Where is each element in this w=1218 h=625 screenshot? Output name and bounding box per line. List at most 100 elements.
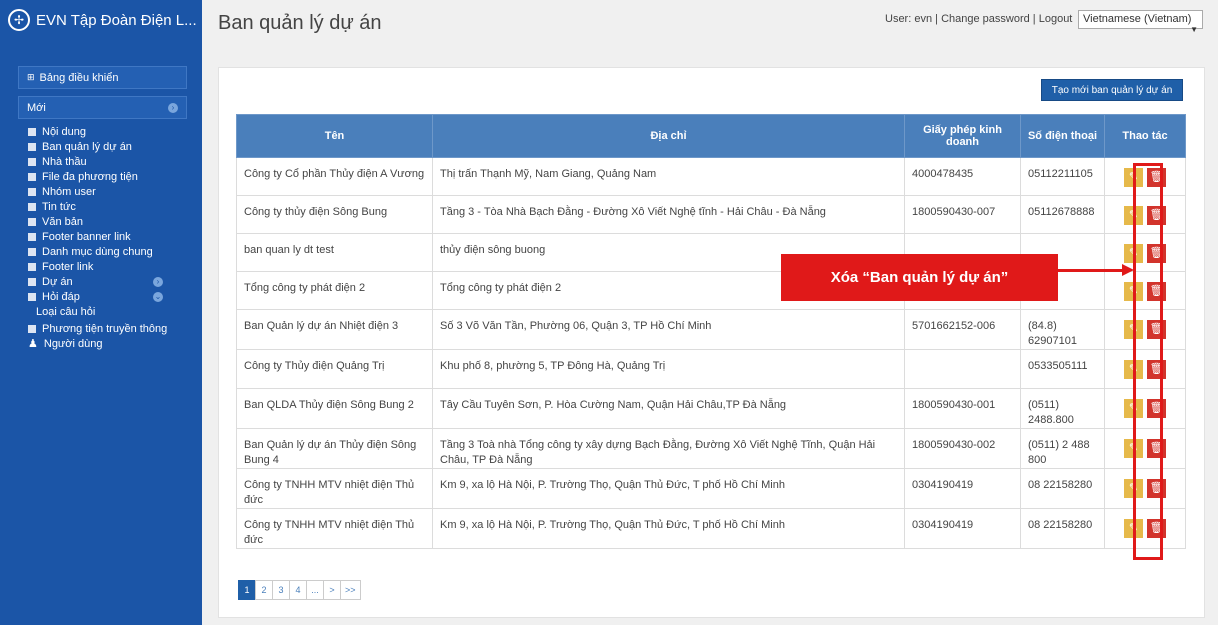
annotation-callout: Xóa “Ban quản lý dự án” bbox=[781, 254, 1058, 301]
cell-name: Ban Quản lý dự án Thủy điện Sông Bung 4 bbox=[236, 428, 433, 469]
sidebar-menu: Nội dung Ban quản lý dự án Nhà thầu File… bbox=[28, 125, 193, 352]
page-4[interactable]: 4 bbox=[289, 580, 307, 600]
cell-name: Công ty TNHH MTV nhiệt điện Thủ đức bbox=[236, 508, 433, 549]
page-icon bbox=[28, 157, 36, 166]
sidebar-item-media[interactable]: Phương tiện truyền thông bbox=[28, 322, 193, 335]
page-icon bbox=[28, 232, 36, 241]
sidebar-item-label: Loại câu hỏi bbox=[36, 305, 96, 318]
next-page-button[interactable]: > bbox=[323, 580, 341, 600]
cell-license: 1800590430-002 bbox=[904, 428, 1021, 469]
cell-phone: 08 22158280 bbox=[1020, 508, 1105, 549]
sidebar-item-label: Tin tức bbox=[42, 200, 76, 213]
table-row: Công ty TNHH MTV nhiệt điện Thủ đức Km 9… bbox=[236, 468, 1186, 509]
col-header-license[interactable]: Giấy phép kinh doanh bbox=[904, 114, 1021, 158]
cell-license: 0304190419 bbox=[904, 468, 1021, 509]
cell-address: Km 9, xa lộ Hà Nội, P. Trường Thọ, Quận … bbox=[432, 468, 905, 509]
sidebar-item-faq[interactable]: Hỏi đáp ⌄ bbox=[28, 290, 193, 303]
sidebar-item-dashboard[interactable]: ⊞ Bảng điều khiển bbox=[18, 66, 187, 89]
table-row: Ban QLDA Thủy điện Sông Bung 2 Tây Cầu T… bbox=[236, 388, 1186, 429]
sidebar-item-content[interactable]: Nội dung bbox=[28, 125, 193, 138]
sidebar-item-users[interactable]: ♟ Người dùng bbox=[28, 337, 193, 351]
sidebar-item-footer-banner-link[interactable]: Footer banner link bbox=[28, 230, 193, 243]
user-icon: ♟ bbox=[28, 338, 38, 350]
sidebar-item-label: Nội dung bbox=[42, 125, 87, 138]
chevron-right-icon: › bbox=[168, 102, 178, 113]
sidebar-item-footer-link[interactable]: Footer link bbox=[28, 260, 193, 273]
cell-name: ban quan ly dt test bbox=[236, 233, 433, 272]
page-icon bbox=[28, 202, 36, 211]
cell-phone: (84.8) 62907101 bbox=[1020, 309, 1105, 350]
sidebar-item-label: Nhà thầu bbox=[42, 155, 87, 168]
sidebar-item-label: Dự án bbox=[42, 275, 73, 288]
chevron-right-icon: › bbox=[153, 276, 163, 287]
page-icon bbox=[28, 292, 36, 301]
brand[interactable]: ✢ EVN Tập Đoàn Điện L... bbox=[8, 6, 197, 34]
sidebar-item-label: Hỏi đáp bbox=[42, 290, 80, 303]
sidebar-item-contractors[interactable]: Nhà thầu bbox=[28, 155, 193, 168]
table-row: Ban Quản lý dự án Nhiệt điện 3 Số 3 Võ V… bbox=[236, 309, 1186, 350]
page-icon bbox=[28, 142, 36, 151]
page-icon bbox=[28, 127, 36, 136]
sidebar-item-label: Phương tiện truyền thông bbox=[42, 322, 168, 335]
cell-address: Tây Cầu Tuyên Sơn, P. Hòa Cường Nam, Quậ… bbox=[432, 388, 905, 429]
sidebar-item-media-files[interactable]: File đa phương tiện bbox=[28, 170, 193, 183]
sidebar-item-projects[interactable]: Dự án › bbox=[28, 275, 193, 288]
page-icon bbox=[28, 187, 36, 196]
page-1[interactable]: 1 bbox=[238, 580, 256, 600]
image-icon bbox=[28, 324, 36, 333]
cell-address: Khu phố 8, phường 5, TP Đông Hà, Quảng T… bbox=[432, 349, 905, 389]
sidebar-item-label: Danh mục dùng chung bbox=[42, 245, 153, 258]
sidebar-item-documents[interactable]: Văn bản bbox=[28, 215, 193, 228]
cell-phone: (0511) 2 488 800 bbox=[1020, 428, 1105, 469]
sidebar: ✢ EVN Tập Đoàn Điện L... ⊞ Bảng điều khi… bbox=[0, 0, 202, 625]
cell-phone: (0511) 2488.800 bbox=[1020, 388, 1105, 429]
cell-phone: 05112211105 bbox=[1020, 157, 1105, 196]
page-3[interactable]: 3 bbox=[272, 580, 290, 600]
cell-phone: 08 22158280 bbox=[1020, 468, 1105, 509]
table-row: Công ty thủy điện Sông Bung Tầng 3 - Tòa… bbox=[236, 195, 1186, 234]
sidebar-item-label: Mới bbox=[27, 101, 46, 114]
sidebar-item-label: Người dùng bbox=[43, 337, 103, 350]
language-value: Vietnamese (Vietnam) bbox=[1083, 13, 1192, 25]
language-select[interactable]: Vietnamese (Vietnam) ▼ bbox=[1078, 10, 1203, 34]
last-page-button[interactable]: >> bbox=[340, 580, 361, 600]
cell-name: Công ty thủy điện Sông Bung bbox=[236, 195, 433, 234]
sidebar-item-project-boards[interactable]: Ban quản lý dự án bbox=[28, 140, 193, 153]
caret-down-icon: ▼ bbox=[1190, 25, 1198, 34]
cell-license: 5701662152-006 bbox=[904, 309, 1021, 350]
cell-license: 1800590430-001 bbox=[904, 388, 1021, 429]
sidebar-item-shared-categories[interactable]: Danh mục dùng chung bbox=[28, 245, 193, 258]
cell-phone: 05112678888 bbox=[1020, 195, 1105, 234]
page-icon bbox=[28, 262, 36, 271]
sidebar-item-label: Ban quản lý dự án bbox=[42, 140, 132, 153]
app-title: EVN Tập Đoàn Điện L... bbox=[36, 11, 197, 29]
cell-license: 4000478435 bbox=[904, 157, 1021, 196]
arrow-right-icon bbox=[1122, 264, 1134, 276]
table-row: Công ty TNHH MTV nhiệt điện Thủ đức Km 9… bbox=[236, 508, 1186, 549]
page-icon bbox=[28, 217, 36, 226]
user-label: User: evn bbox=[885, 13, 933, 25]
col-header-phone[interactable]: Số điện thoại bbox=[1020, 114, 1105, 158]
sidebar-item-label: Nhóm user bbox=[42, 185, 96, 198]
cell-address: Tầng 3 - Tòa Nhà Bạch Đằng - Đường Xô Vi… bbox=[432, 195, 905, 234]
cell-address: Số 3 Võ Văn Tần, Phường 06, Quận 3, TP H… bbox=[432, 309, 905, 350]
page-ellipsis[interactable]: ... bbox=[306, 580, 324, 600]
create-project-board-button[interactable]: Tạo mới ban quản lý dự án bbox=[1041, 79, 1183, 101]
sidebar-section-new[interactable]: Mới › bbox=[18, 96, 187, 119]
change-password-link[interactable]: Change password bbox=[941, 13, 1030, 25]
logout-link[interactable]: Logout bbox=[1039, 13, 1073, 25]
cell-license: 0304190419 bbox=[904, 508, 1021, 549]
sidebar-item-question-types[interactable]: Loại câu hỏi bbox=[28, 305, 193, 318]
col-header-address[interactable]: Địa chỉ bbox=[432, 114, 905, 158]
cell-address: Thị trấn Thạnh Mỹ, Nam Giang, Quảng Nam bbox=[432, 157, 905, 196]
col-header-name[interactable]: Tên bbox=[236, 114, 433, 158]
sidebar-item-news[interactable]: Tin tức bbox=[28, 200, 193, 213]
table-row: Ban Quản lý dự án Thủy điện Sông Bung 4 … bbox=[236, 428, 1186, 469]
evn-logo-icon: ✢ bbox=[8, 9, 30, 31]
cell-name: Ban QLDA Thủy điện Sông Bung 2 bbox=[236, 388, 433, 429]
cell-phone: 0533505111 bbox=[1020, 349, 1105, 389]
page-2[interactable]: 2 bbox=[255, 580, 273, 600]
table-row: Công ty Cổ phần Thủy điện A Vương Thị tr… bbox=[236, 157, 1186, 196]
cell-license: 1800590430-007 bbox=[904, 195, 1021, 234]
sidebar-item-user-groups[interactable]: Nhóm user bbox=[28, 185, 193, 198]
